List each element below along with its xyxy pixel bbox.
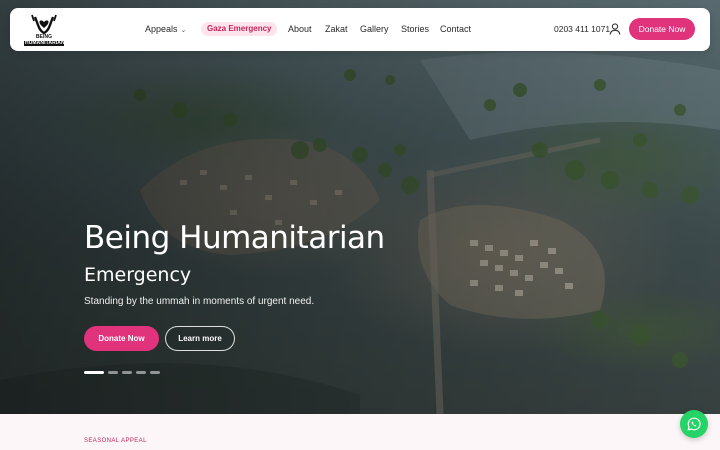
carousel-dot[interactable] [108,371,118,374]
nav-about[interactable]: About [288,22,312,36]
nav-appeals-label: Appeals [145,24,178,34]
donate-now-nav-button[interactable]: Donate Now [629,18,695,40]
hero-donate-button[interactable]: Donate Now [84,326,159,351]
nav-stories[interactable]: Stories [401,22,429,36]
nav-gaza-emergency[interactable]: Gaza Emergency [201,22,278,36]
nav-zakat[interactable]: Zakat [325,22,348,36]
nav-appeals[interactable]: Appeals ⌄ [145,22,186,38]
chevron-down-icon: ⌄ [180,27,187,34]
user-icon[interactable] [608,22,622,36]
hero-learn-more-button[interactable]: Learn more [165,326,235,351]
main-navbar: BEING HUMANITARIAN Appeals ⌄ Gaza Emergen… [10,8,710,51]
whatsapp-chat-button[interactable] [680,410,708,438]
hero-banner [0,0,720,414]
hero-title: Being Humanitarian [84,220,385,256]
whatsapp-icon [687,417,701,431]
logo-wordmark: BEING HUMANITARIAN [24,34,65,46]
seasonal-appeal-section [0,414,720,450]
logo-line-2: HUMANITARIAN [24,39,65,46]
nav-gallery[interactable]: Gallery [360,22,389,36]
hero-description: Standing by the ummah in moments of urge… [84,296,315,307]
nav-contact[interactable]: Contact [440,22,471,36]
section-eyebrow: SEASONAL APPEAL [84,438,147,444]
carousel-dot[interactable] [84,371,104,374]
carousel-dot[interactable] [136,371,146,374]
hero-subtitle: Emergency [84,264,192,286]
carousel-dot[interactable] [150,371,160,374]
carousel-dot[interactable] [122,371,132,374]
phone-number-link[interactable]: 0203 411 1071 [554,22,610,36]
